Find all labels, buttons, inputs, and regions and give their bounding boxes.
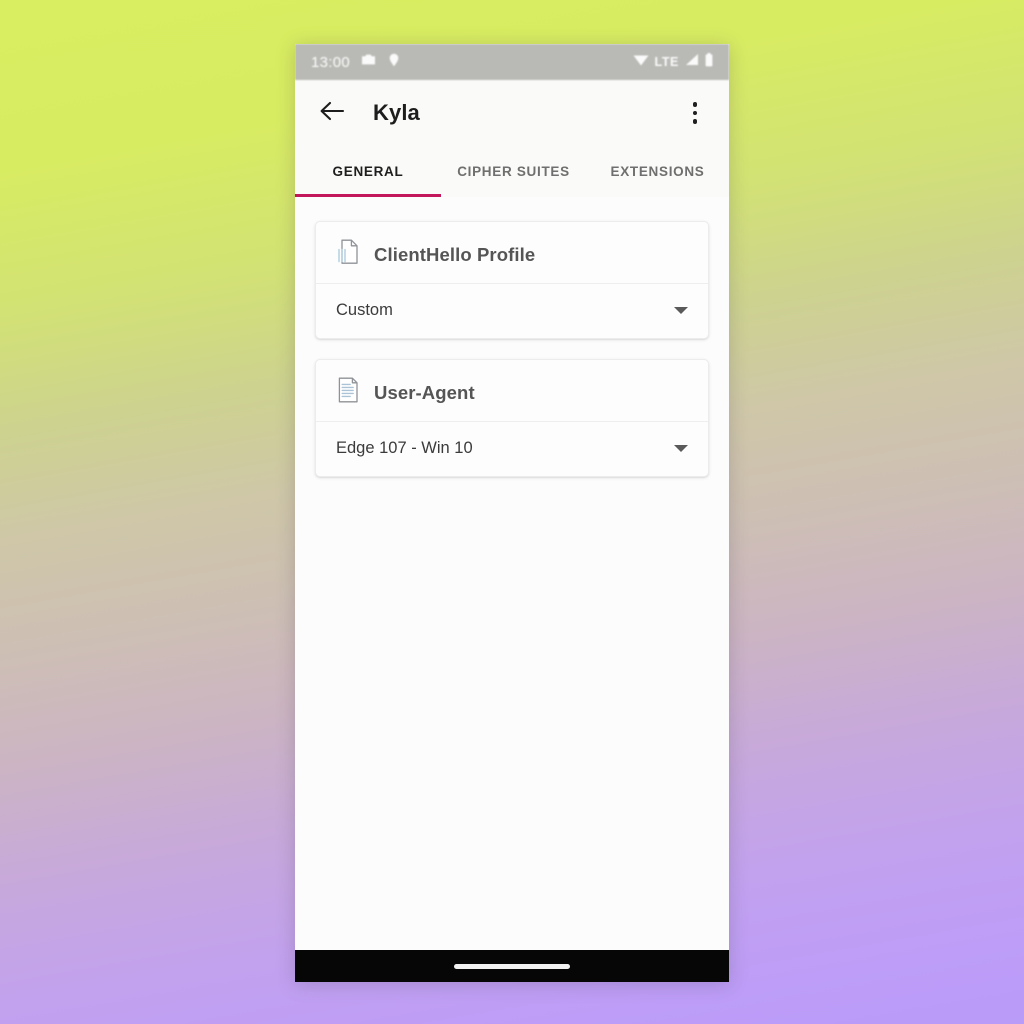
- page-title: Kyla: [373, 100, 420, 125]
- location-pin-icon: [387, 53, 401, 72]
- overflow-menu-icon-dot2: [692, 110, 698, 116]
- wifi-icon: [633, 53, 649, 71]
- back-arrow-icon: [319, 100, 345, 127]
- tab-general[interactable]: GENERAL: [295, 146, 441, 197]
- document-text-icon: [336, 377, 360, 408]
- battery-icon: [705, 52, 713, 72]
- card-header: ClientHello Profile: [316, 222, 708, 284]
- card-title: ClientHello Profile: [374, 243, 536, 265]
- card-user-agent: User-Agent Edge 107 - Win 10: [315, 359, 709, 477]
- clienthello-profile-value: Custom: [336, 301, 393, 319]
- document-shredded-icon: [336, 239, 360, 270]
- network-type-label: LTE: [654, 55, 679, 69]
- card-title: User-Agent: [374, 381, 475, 403]
- overflow-menu-button[interactable]: [675, 92, 715, 134]
- user-agent-select[interactable]: Edge 107 - Win 10: [316, 422, 708, 476]
- status-bar-left: 13:00: [311, 53, 401, 72]
- card-clienthello-profile: ClientHello Profile Custom: [315, 221, 709, 339]
- settings-content: ClientHello Profile Custom User-Agent Ed…: [295, 197, 729, 950]
- status-clock: 13:00: [311, 53, 351, 71]
- gesture-pill-handle[interactable]: [454, 963, 570, 969]
- card-header: User-Agent: [316, 360, 708, 422]
- tab-cipher-suites[interactable]: CIPHER SUITES: [441, 146, 586, 197]
- chevron-down-icon: [674, 307, 688, 314]
- camera-icon: [361, 53, 376, 71]
- status-bar: 13:00 LTE: [295, 44, 729, 80]
- status-bar-right: LTE: [633, 52, 713, 72]
- overflow-menu-icon-dot3: [692, 119, 698, 124]
- tab-extensions[interactable]: EXTENSIONS: [586, 146, 729, 197]
- user-agent-value: Edge 107 - Win 10: [336, 439, 473, 457]
- signal-bars-icon: [685, 53, 699, 71]
- overflow-menu-icon: [692, 102, 698, 107]
- tab-bar: GENERAL CIPHER SUITES EXTENSIONS: [295, 146, 729, 197]
- system-navigation-bar: [295, 950, 729, 982]
- clienthello-profile-select[interactable]: Custom: [316, 284, 708, 338]
- tab-active-indicator: [295, 194, 441, 197]
- chevron-down-icon: [674, 445, 688, 452]
- phone-screen: 13:00 LTE Kyla GENERAL CIPHER SUITES EXT…: [295, 44, 729, 982]
- back-button[interactable]: [311, 92, 353, 134]
- app-bar: Kyla: [295, 80, 729, 146]
